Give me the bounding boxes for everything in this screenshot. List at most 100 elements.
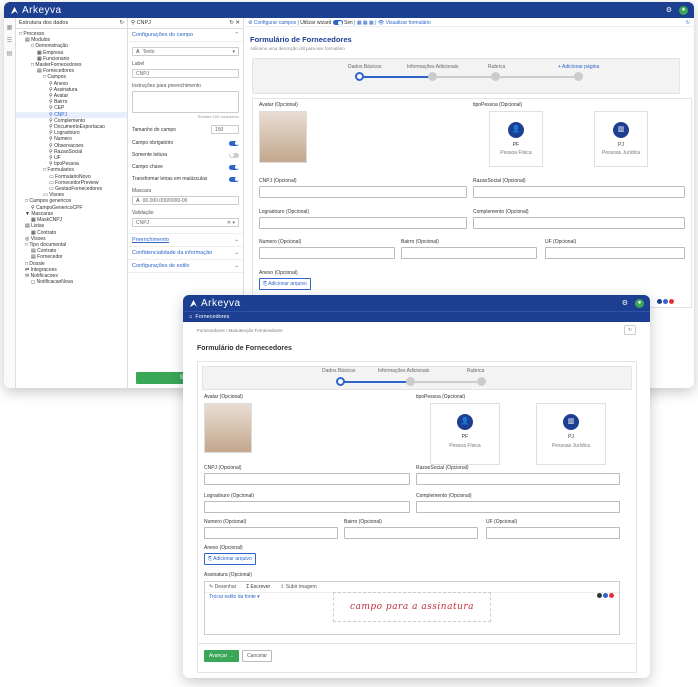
complemento-input[interactable] [416,501,620,513]
size-input[interactable]: 150 [211,125,239,134]
numero-input[interactable] [204,527,338,539]
write-tab[interactable]: Ɪ Escrever [246,584,270,590]
app-name: Arkeyva [22,4,62,16]
step-2-label[interactable]: Informações Adicionais [378,368,429,374]
structure-panel: Estrutura dos dados ↻ □ Processo ▤ Modulos… [16,18,128,388]
step-3-dot[interactable] [491,72,500,81]
mask-input[interactable]: A 00.000.000/0000-00 [132,196,239,205]
view-form-link[interactable]: 👁 Visualizar formulário [378,20,431,26]
type-select[interactable]: A Texto ▾ [132,47,239,56]
close-icon[interactable]: ↻ ✕ [229,20,240,26]
pj-card[interactable]: ▥ PJ Pessoas Jurídica [594,111,648,167]
data-icon[interactable]: ▦ [4,24,15,31]
cnpj-input[interactable] [259,186,467,198]
wizard-toggle[interactable] [332,20,343,26]
validation-select[interactable]: CNPJ ✕ ▾ [132,218,239,227]
font-style-select[interactable]: Trocar estilo da fonte ▾ [209,594,260,600]
step-3-label[interactable]: Rubrica [467,368,484,374]
config-section[interactable]: Configurações do campo [132,32,193,38]
pf-card[interactable]: 👤 PF Pessoa Física [489,111,543,167]
fill-section[interactable]: Preenchimento [132,237,169,243]
refresh-icon[interactable]: ↻ [686,20,690,26]
bairro-input[interactable] [344,527,478,539]
bairro-input[interactable] [401,247,537,259]
readonly-toggle[interactable] [229,152,239,158]
menu-fornecedores[interactable]: Fornecedores [195,314,229,320]
instructions-textarea[interactable] [132,91,239,113]
uppercase-toggle[interactable] [229,176,239,182]
color-picker[interactable] [597,593,614,598]
crumb-1[interactable]: Fornecedores [197,328,225,333]
step-2-label[interactable]: Informações Adicionais [407,64,458,70]
add-file-button[interactable]: ⎘ Adicionar arquivo [259,278,311,290]
razao-input[interactable] [473,186,685,198]
step-2-dot[interactable] [428,72,437,81]
uppercase-label: Transformar letras em maiúsculas [132,176,208,182]
pj-card[interactable]: ▥ PJ Pessoas Jurídica [536,403,606,465]
pf-card[interactable]: 👤 PF Pessoa Física [430,403,500,465]
bairro-label: Bairro (Opcional) [344,519,382,525]
complemento-input[interactable] [473,217,685,229]
step-1-dot[interactable] [336,377,345,386]
tree-node[interactable]: ◻ NotificacaoNova [16,279,127,285]
avatar-photo[interactable] [259,111,307,163]
key-label: Campo chave [132,164,163,170]
app-logo: Arkeyva [10,5,62,16]
tipopessoa-label: tipoPessoa (Opcional) [416,394,466,400]
required-toggle[interactable] [229,140,239,146]
step-3-dot[interactable] [477,377,486,386]
cnpj-input[interactable] [204,473,410,485]
step-1-label[interactable]: Dados Básicos [348,64,381,70]
razao-input[interactable] [416,473,620,485]
key-toggle[interactable] [229,164,239,170]
settings-icon[interactable]: ⚙ [622,299,628,307]
style-section[interactable]: Configurações de estilo [132,263,189,269]
step-4-dot[interactable] [574,72,583,81]
title-bar: Arkeyva ⚙ ● [4,2,694,18]
logradouro-input[interactable] [204,501,410,513]
logradouro-input[interactable] [259,217,467,229]
add-file-button[interactable]: ⎘ Adicionar arquivo [204,553,256,565]
signature-pad[interactable]: campo para a assinatura [333,592,491,622]
upload-tab[interactable]: ⇪ Subir imagem [280,584,316,590]
home-icon[interactable]: ⌂ [189,314,192,320]
size-label: Tamanho do campo [132,126,176,133]
field-title: ⚲ CNPJ [131,20,151,26]
add-page-link[interactable]: + Adicionar página [558,64,599,70]
settings-icon[interactable]: ⚙ [666,6,672,14]
layout-icons[interactable]: ▦ ▦ ▦ [357,20,374,26]
refresh-button[interactable]: ↻ [624,325,636,335]
step-1-label[interactable]: Dados Básicos [322,368,355,374]
avatar-photo[interactable] [204,403,252,453]
anexo-label: Anexo (Opcional) [204,545,243,551]
anexo-label: Anexo (Opcional) [259,270,298,276]
uf-label: UF (Opcional) [486,519,518,525]
step-3-label[interactable]: Rubrica [488,64,505,70]
user-avatar[interactable]: ● [635,298,644,308]
configure-fields-link[interactable]: ⚙ Configurar campos [248,20,296,26]
doc-icon[interactable]: ▤ [4,50,15,57]
next-button[interactable]: Avançar → [204,650,239,662]
refresh-icon[interactable]: ↻ [119,20,124,26]
numero-input[interactable] [259,247,395,259]
cancel-button[interactable]: Cancelar [242,650,273,662]
list-icon[interactable]: ☰ [4,37,15,44]
color-picker[interactable] [657,299,674,304]
step-2-dot[interactable] [406,377,415,386]
step-1-dot[interactable] [355,72,364,81]
label-label: Label [132,61,145,67]
form-subtitle: Adicione uma descrição útil para seu for… [250,46,345,51]
user-avatar[interactable]: ● [679,5,688,15]
razao-label: RazaoSocial (Opcional) [416,465,469,471]
draw-tab[interactable]: ✎ Desenhar [209,584,236,590]
avatar-label: Avatar (Opcional) [259,102,298,108]
confidentiality-section[interactable]: Confidencialidade da informação [132,250,212,256]
label-input[interactable]: CNPJ [132,69,239,78]
uf-input[interactable] [486,527,620,539]
uf-input[interactable] [545,247,685,259]
char-counter: Restam 150 caracteres [197,114,239,119]
razao-label: RazaoSocial (Opcional) [473,178,526,184]
mask-label: Mascara [132,188,152,194]
arkeyva-logo-icon [189,299,198,307]
instructions-label: Instruções para preenchimento [132,83,201,89]
